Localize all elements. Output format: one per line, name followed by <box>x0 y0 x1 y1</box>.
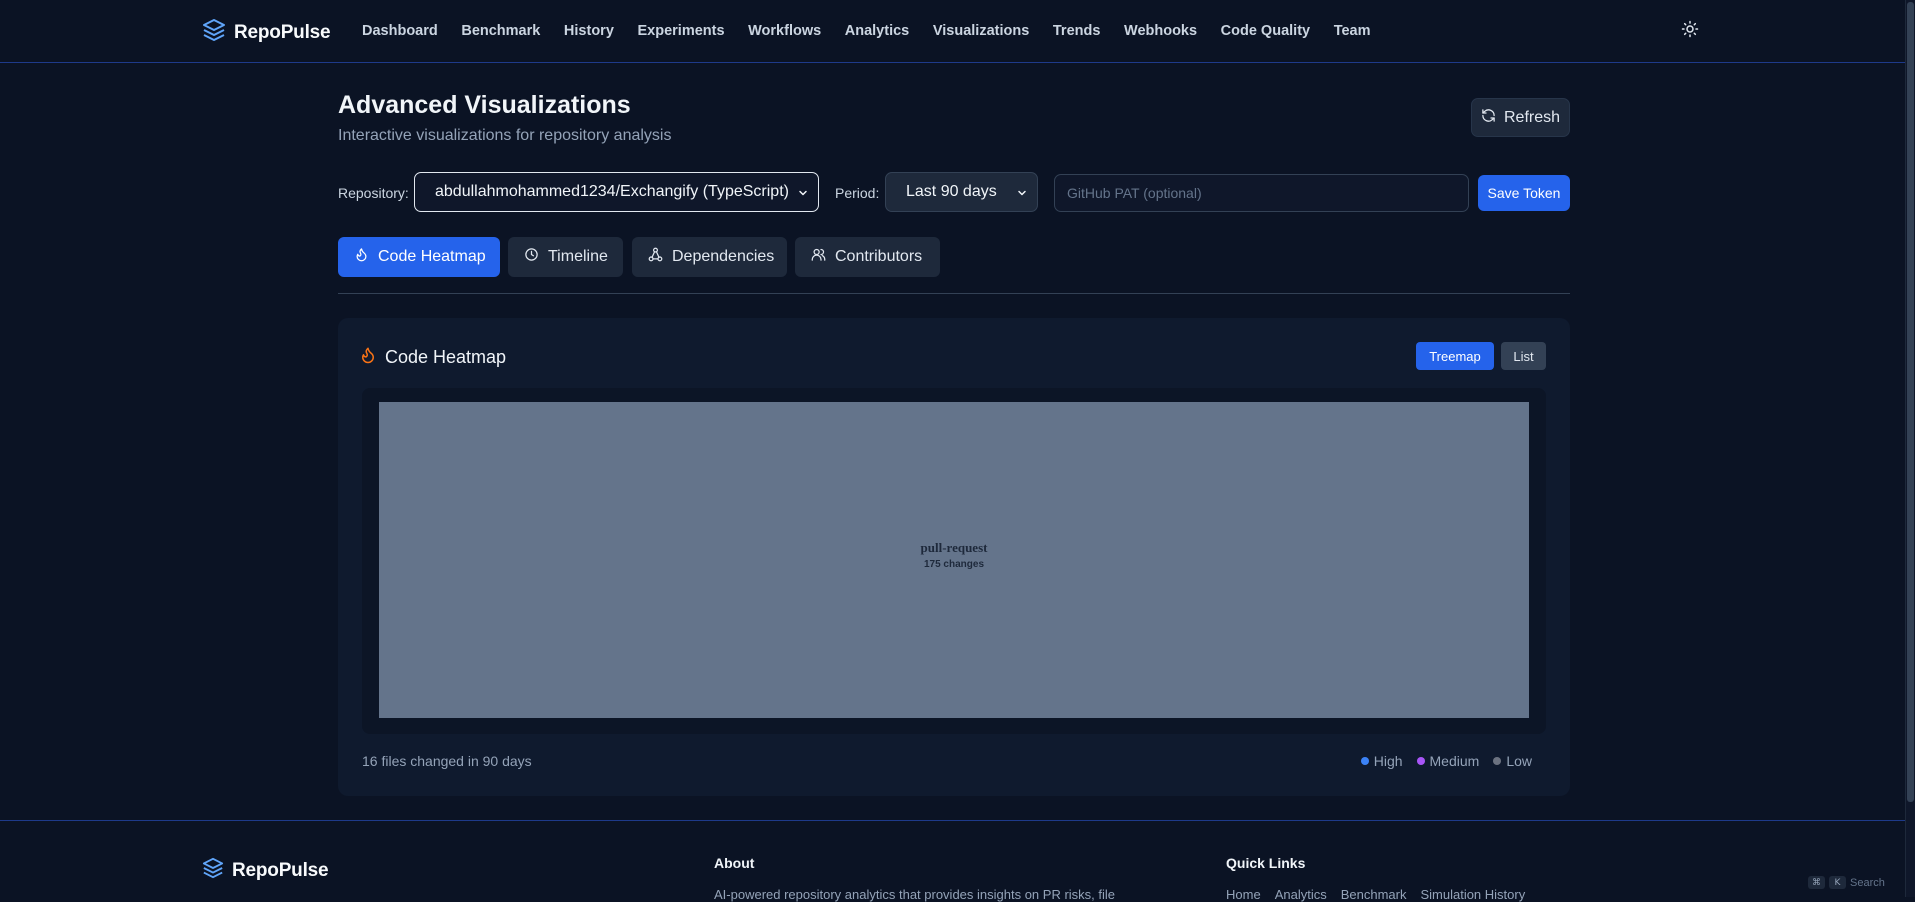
page-scrollbar[interactable] <box>1905 0 1915 897</box>
tab-label: Timeline <box>548 248 608 265</box>
legend-label: Low <box>1506 753 1532 769</box>
search-shortcut-hint[interactable]: ⌘ K Search <box>1808 876 1885 889</box>
chevron-down-icon <box>1016 186 1028 204</box>
nav-link-benchmark[interactable]: Benchmark <box>461 23 540 39</box>
scrollbar-thumb[interactable] <box>1907 2 1914 802</box>
layers-icon <box>202 18 226 47</box>
treemap-cell-changes: 175 changes <box>923 559 985 570</box>
nav-link-webhooks[interactable]: Webhooks <box>1124 23 1197 39</box>
code-heatmap-card: Code Heatmap Treemap List pull-request 1… <box>338 318 1570 796</box>
footer-brand[interactable]: RepoPulse <box>202 857 329 884</box>
nav-link-trends[interactable]: Trends <box>1053 23 1101 39</box>
tab-code-heatmap[interactable]: Code Heatmap <box>338 237 500 277</box>
repository-value: abdullahmohammed1234/Exchangify (TypeScr… <box>435 183 789 200</box>
theme-toggle-button[interactable] <box>1678 19 1702 43</box>
legend-item-medium: Medium <box>1416 753 1480 769</box>
treemap-container: pull-request 175 changes <box>362 388 1546 734</box>
nav-links: Dashboard Benchmark History Experiments … <box>362 0 1394 62</box>
treemap-cell-name: pull-request <box>920 540 988 555</box>
footer-link-simulation-history[interactable]: Simulation History <box>1420 887 1525 902</box>
legend-label: Medium <box>1429 753 1480 769</box>
repository-select[interactable]: abdullahmohammed1234/Exchangify (TypeScr… <box>414 172 819 212</box>
search-hint-label: Search <box>1850 876 1885 889</box>
brand-name: RepoPulse <box>234 21 331 43</box>
tab-dependencies[interactable]: Dependencies <box>632 237 787 277</box>
legend-item-low: Low <box>1493 753 1532 769</box>
treemap-cell[interactable]: pull-request 175 changes <box>379 402 1529 718</box>
page-title: Advanced Visualizations <box>338 91 631 119</box>
legend-item-high: High <box>1360 753 1403 769</box>
tab-label: Contributors <box>835 248 923 265</box>
footer-brand-name: RepoPulse <box>232 859 329 881</box>
page-subtitle: Interactive visualizations for repositor… <box>338 127 672 144</box>
card-title-text: Code Heatmap <box>385 347 507 367</box>
card-title: Code Heatmap <box>359 346 506 369</box>
footer-link-benchmark[interactable]: Benchmark <box>1341 887 1407 902</box>
legend-label: High <box>1373 753 1403 769</box>
footer-link-home[interactable]: Home <box>1226 887 1261 902</box>
layers-icon <box>202 857 224 884</box>
legend-dot-medium <box>1416 757 1425 765</box>
tab-label: Code Heatmap <box>378 248 486 265</box>
kbd-k: K <box>1829 876 1846 889</box>
footer-quick-links-heading: Quick Links <box>1226 855 1306 871</box>
github-pat-input[interactable] <box>1054 174 1469 212</box>
heatmap-summary: 16 files changed in 90 days <box>362 753 532 769</box>
footer-about-heading: About <box>714 855 755 871</box>
refresh-button[interactable]: Refresh <box>1471 98 1570 137</box>
site-footer: RepoPulse About AI-powered repository an… <box>0 820 1906 902</box>
flame-icon <box>359 346 377 369</box>
tab-contributors[interactable]: Contributors <box>795 237 940 277</box>
top-navbar: RepoPulse Dashboard Benchmark History Ex… <box>0 0 1906 63</box>
period-select[interactable]: Last 90 days <box>885 172 1038 212</box>
flame-icon <box>354 247 369 267</box>
refresh-icon <box>1481 108 1496 128</box>
nav-link-team[interactable]: Team <box>1334 23 1371 39</box>
chevron-down-icon <box>797 186 809 204</box>
legend-dot-low <box>1493 757 1502 765</box>
nav-link-workflows[interactable]: Workflows <box>748 23 821 39</box>
footer-about-text: AI-powered repository analytics that pro… <box>714 887 1116 902</box>
network-icon <box>648 247 663 267</box>
refresh-label: Refresh <box>1503 108 1561 126</box>
nav-link-dashboard[interactable]: Dashboard <box>362 23 438 39</box>
sun-icon <box>1681 20 1699 43</box>
legend-dot-high <box>1360 757 1369 765</box>
treemap-view-button[interactable]: Treemap <box>1416 342 1494 370</box>
footer-quick-links: Home Analytics Benchmark Simulation Hist… <box>1226 887 1525 902</box>
list-view-button[interactable]: List <box>1501 342 1546 370</box>
tab-timeline[interactable]: Timeline <box>508 237 623 277</box>
brand-logo[interactable]: RepoPulse <box>202 18 331 47</box>
nav-link-experiments[interactable]: Experiments <box>637 23 724 39</box>
nav-link-visualizations[interactable]: Visualizations <box>933 23 1029 39</box>
clock-icon <box>524 247 539 267</box>
footer-link-analytics[interactable]: Analytics <box>1275 887 1327 902</box>
nav-link-code-quality[interactable]: Code Quality <box>1221 23 1310 39</box>
nav-link-analytics[interactable]: Analytics <box>845 23 909 39</box>
period-label: Period: <box>835 185 880 201</box>
repository-label: Repository: <box>338 185 409 201</box>
tabs-divider <box>338 293 1570 294</box>
users-icon <box>811 247 826 267</box>
save-token-button[interactable]: Save Token <box>1478 175 1570 211</box>
heatmap-legend: High Medium Low <box>1360 753 1532 769</box>
nav-link-history[interactable]: History <box>564 23 614 39</box>
tab-label: Dependencies <box>672 248 775 265</box>
period-value: Last 90 days <box>906 183 997 200</box>
kbd-cmd: ⌘ <box>1808 876 1825 889</box>
